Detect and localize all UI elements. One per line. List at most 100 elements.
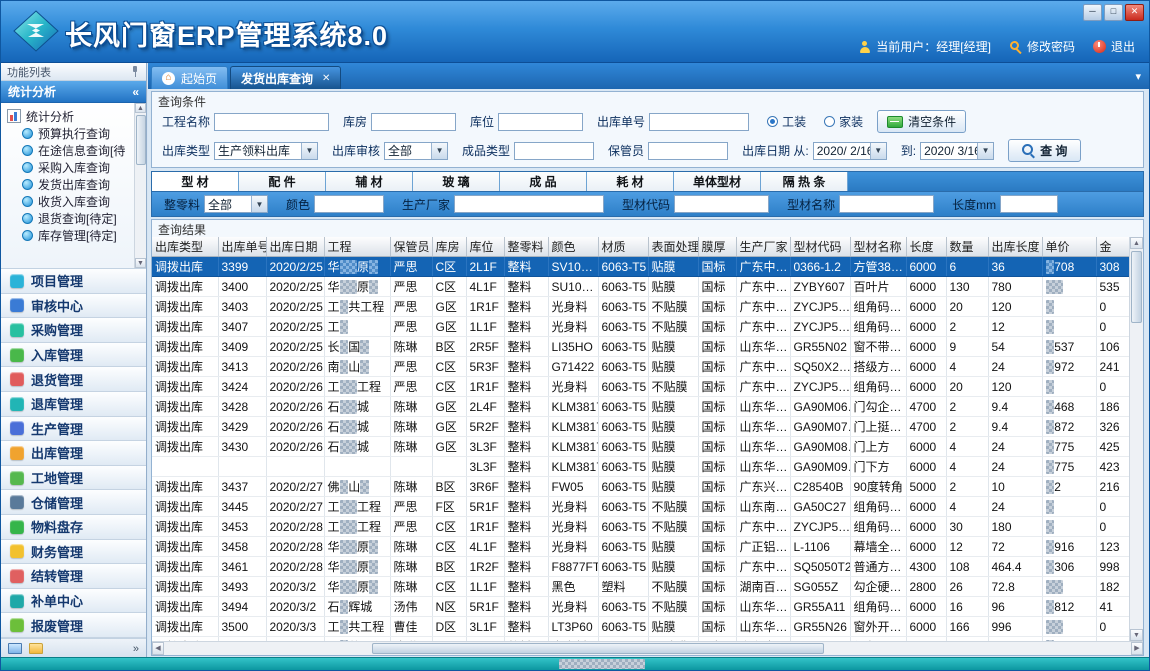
product-type-input[interactable] <box>514 142 594 160</box>
tree-item[interactable]: 收货入库查询 <box>7 193 134 210</box>
close-tab-icon[interactable]: ✕ <box>322 73 330 84</box>
column-header[interactable]: 长度 <box>906 237 946 257</box>
sidebar-section[interactable]: 补单中心 <box>1 589 146 614</box>
scrollbar-thumb[interactable] <box>1131 251 1142 323</box>
sidebar-section[interactable]: 结转管理 <box>1 564 146 589</box>
sidebar-section[interactable]: 报废管理 <box>1 613 146 638</box>
column-header[interactable]: 颜色 <box>548 237 598 257</box>
project-name-input[interactable] <box>214 113 329 131</box>
pin-icon[interactable] <box>130 66 140 77</box>
table-row[interactable]: 调拨出库35002020/3/3工▓共工程曹佳D区3L1F整料LT3P60606… <box>152 617 1129 637</box>
table-row[interactable]: 调拨出库34582020/2/28华▓▓原▓陈琳C区4L1F整料光身料6063-… <box>152 537 1129 557</box>
close-button[interactable]: ✕ <box>1125 4 1144 21</box>
column-header[interactable]: 膜厚 <box>698 237 736 257</box>
radio-gongzhuang[interactable]: 工装 <box>767 113 806 130</box>
scrollbar-thumb[interactable] <box>136 115 146 165</box>
length-input[interactable] <box>1000 195 1058 213</box>
table-row[interactable]: 调拨出库34292020/2/26石▓▓城陈琳G区5R2F整料KLM381760… <box>152 417 1129 437</box>
chevron-down-icon[interactable]: ▼ <box>870 143 886 159</box>
category-tab[interactable]: 耗 材 <box>587 172 674 191</box>
scroll-up-icon[interactable]: ▲ <box>135 103 146 113</box>
table-row[interactable]: 调拨出库34072020/2/25工▓严思G区1L1F整料光身料6063-T5不… <box>152 317 1129 337</box>
table-row[interactable]: 调拨出库34032020/2/25工▓共工程严思G区1R1F整料光身料6063-… <box>152 297 1129 317</box>
manufacturer-input[interactable] <box>454 195 604 213</box>
column-header[interactable]: 保管员 <box>390 237 432 257</box>
tab-shipping-outbound-query[interactable]: 发货出库查询 ✕ <box>230 66 341 89</box>
table-row[interactable]: 调拨出库34132020/2/26南▓山▓严思C区5R3F整料G71422606… <box>152 357 1129 377</box>
sidebar-group-statistics[interactable]: 统计分析 « <box>1 81 146 103</box>
column-header[interactable]: 出库单号 <box>218 237 266 257</box>
sidebar-section[interactable]: 生产管理 <box>1 417 146 442</box>
tree-item[interactable]: 采购入库查询 <box>7 159 134 176</box>
sidebar-section[interactable]: 财务管理 <box>1 540 146 565</box>
sidebar-section[interactable]: 仓储管理 <box>1 490 146 515</box>
chevron-down-icon[interactable]: ▼ <box>301 143 317 159</box>
column-header[interactable]: 生产厂家 <box>736 237 790 257</box>
table-row[interactable]: 调拨出库34532020/2/28工▓▓工程严思C区1R1F整料光身料6063-… <box>152 517 1129 537</box>
collapse-icon[interactable]: « <box>132 85 139 99</box>
search-button[interactable]: 查 询 <box>1008 139 1081 162</box>
sidebar-section[interactable]: 退货管理 <box>1 367 146 392</box>
column-header[interactable]: 整零料 <box>504 237 548 257</box>
date-to-picker[interactable]: 2020/ 3/16 ▼ <box>920 142 994 160</box>
chevron-down-icon[interactable]: ▼ <box>251 196 267 212</box>
tree-item[interactable]: 发货出库查询 <box>7 176 134 193</box>
sidebar-section[interactable]: 工地管理 <box>1 466 146 491</box>
scroll-down-icon[interactable]: ▼ <box>135 258 146 268</box>
category-tab[interactable]: 成 品 <box>500 172 587 191</box>
keeper-input[interactable] <box>648 142 728 160</box>
column-header[interactable]: 金 <box>1096 237 1129 257</box>
outbound-audit-select[interactable]: 全部 ▼ <box>384 142 448 160</box>
chevron-down-icon[interactable]: ▼ <box>431 143 447 159</box>
tab-list-dropdown-icon[interactable]: ▾ <box>1135 70 1141 83</box>
column-header[interactable]: 材质 <box>598 237 648 257</box>
column-header[interactable]: 数量 <box>946 237 988 257</box>
monitor-icon[interactable] <box>8 643 22 654</box>
table-row[interactable]: 调拨出库34932020/3/2华▓▓原▓陈琳C区1L1F整料黑色塑料不贴膜国标… <box>152 577 1129 597</box>
whole-piece-select[interactable]: 全部 ▼ <box>204 195 268 213</box>
sidebar-section[interactable]: 物料盘存 <box>1 515 146 540</box>
sidebar-section[interactable]: 出库管理 <box>1 441 146 466</box>
scroll-up-icon[interactable]: ▲ <box>1130 237 1143 249</box>
outbound-type-select[interactable]: 生产领料出库 ▼ <box>214 142 318 160</box>
table-row[interactable]: 调拨出库34092020/2/25长▓国▓陈琳B区2R5F整料LI35HO606… <box>152 337 1129 357</box>
minimize-button[interactable]: ─ <box>1083 4 1102 21</box>
chevron-down-icon[interactable]: ▼ <box>977 143 993 159</box>
vertical-scrollbar[interactable]: ▲ ▼ <box>1129 237 1143 641</box>
maximize-button[interactable]: □ <box>1104 4 1123 21</box>
column-header[interactable]: 表面处理 <box>648 237 698 257</box>
overflow-arrows-icon[interactable]: » <box>133 643 139 655</box>
category-tab[interactable]: 单体型材 <box>674 172 761 191</box>
sidebar-section[interactable]: 项目管理 <box>1 269 146 294</box>
color-input[interactable] <box>314 195 384 213</box>
clear-conditions-button[interactable]: 清空条件 <box>877 110 966 133</box>
logout-button[interactable]: 退出 <box>1093 38 1135 55</box>
table-row[interactable]: 调拨出库34452020/2/27工▓▓工程严思F区5R1F整料光身料6063-… <box>152 497 1129 517</box>
table-row[interactable]: 调拨出库33992020/2/25华▓▓原▓严思C区2L1F整料SV10…606… <box>152 257 1129 277</box>
tree-scrollbar[interactable]: ▲ ▼ <box>134 103 146 268</box>
category-tab[interactable]: 玻 璃 <box>413 172 500 191</box>
scroll-left-icon[interactable]: ◀ <box>152 642 164 655</box>
location-input[interactable] <box>498 113 583 131</box>
column-header[interactable]: 型材名称 <box>850 237 906 257</box>
tree-item[interactable]: 在途信息查询[待 <box>7 142 134 159</box>
table-row[interactable]: 调拨出库34612020/2/28华▓▓原▓陈琳B区1R2F整料F8877FT6… <box>152 557 1129 577</box>
table-row[interactable]: 调拨出库34242020/2/26工▓▓工程严思C区1R1F整料光身料6063-… <box>152 377 1129 397</box>
column-header[interactable]: 出库长度 <box>988 237 1042 257</box>
table-row[interactable]: 调拨出库34002020/2/25华▓▓原▓严思C区4L1F整料SU10…606… <box>152 277 1129 297</box>
sidebar-section[interactable]: 入库管理 <box>1 343 146 368</box>
tree-item[interactable]: 退货查询[待定] <box>7 210 134 227</box>
profile-code-input[interactable] <box>674 195 769 213</box>
column-header[interactable]: 型材代码 <box>790 237 850 257</box>
column-header[interactable]: 工程 <box>324 237 390 257</box>
column-header[interactable]: 出库日期 <box>266 237 324 257</box>
tree-item[interactable]: 预算执行查询 <box>7 125 134 142</box>
category-tab[interactable]: 配 件 <box>239 172 326 191</box>
table-row[interactable]: 调拨出库34372020/2/27佛▓山▓陈琳B区3R6F整料FW056063-… <box>152 477 1129 497</box>
category-tab[interactable]: 隔 热 条 <box>761 172 848 191</box>
scroll-down-icon[interactable]: ▼ <box>1130 629 1143 641</box>
table-row[interactable]: 调拨出库34302020/2/26石▓▓城陈琳G区3L3F整料KLM381760… <box>152 437 1129 457</box>
horizontal-scrollbar[interactable]: ◀ ▶ <box>152 641 1143 655</box>
sidebar-section[interactable]: 审核中心 <box>1 294 146 319</box>
table-row[interactable]: 调拨出库34282020/2/26石▓▓城陈琳G区2L4F整料KLM381760… <box>152 397 1129 417</box>
